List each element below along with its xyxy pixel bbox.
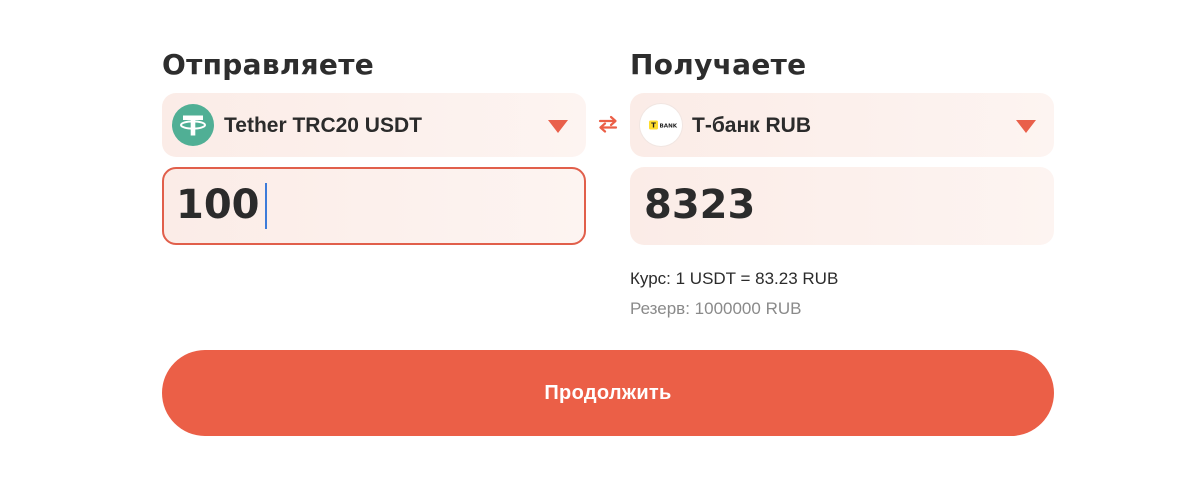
send-amount-field[interactable] xyxy=(162,167,586,245)
exchange-rate-text: Курс: 1 USDT = 83.23 RUB xyxy=(630,269,839,288)
receive-amount-value: 8323 xyxy=(644,182,756,228)
tether-icon xyxy=(172,104,214,146)
text-caret xyxy=(265,183,267,229)
svg-text:BANK: BANK xyxy=(660,124,678,130)
send-heading: Отправляете xyxy=(162,48,375,81)
swap-arrows-icon[interactable] xyxy=(595,114,621,134)
receive-currency-selector[interactable]: T BANK Т-банк RUB xyxy=(630,93,1054,157)
receive-currency-label: Т-банк RUB xyxy=(692,114,811,137)
reserve-text: Резерв: 1000000 RUB xyxy=(630,299,802,318)
send-currency-selector[interactable]: Tether TRC20 USDT xyxy=(162,93,586,157)
chevron-down-icon xyxy=(548,120,568,133)
svg-text:T: T xyxy=(651,122,656,130)
continue-button[interactable]: Продолжить xyxy=(162,350,1054,436)
receive-heading: Получаете xyxy=(630,48,807,81)
chevron-down-icon xyxy=(1016,120,1036,133)
send-currency-label: Tether TRC20 USDT xyxy=(224,114,422,137)
tbank-icon: T BANK xyxy=(640,104,682,146)
send-amount-input[interactable] xyxy=(176,183,556,227)
receive-amount-field: 8323 xyxy=(630,167,1054,245)
